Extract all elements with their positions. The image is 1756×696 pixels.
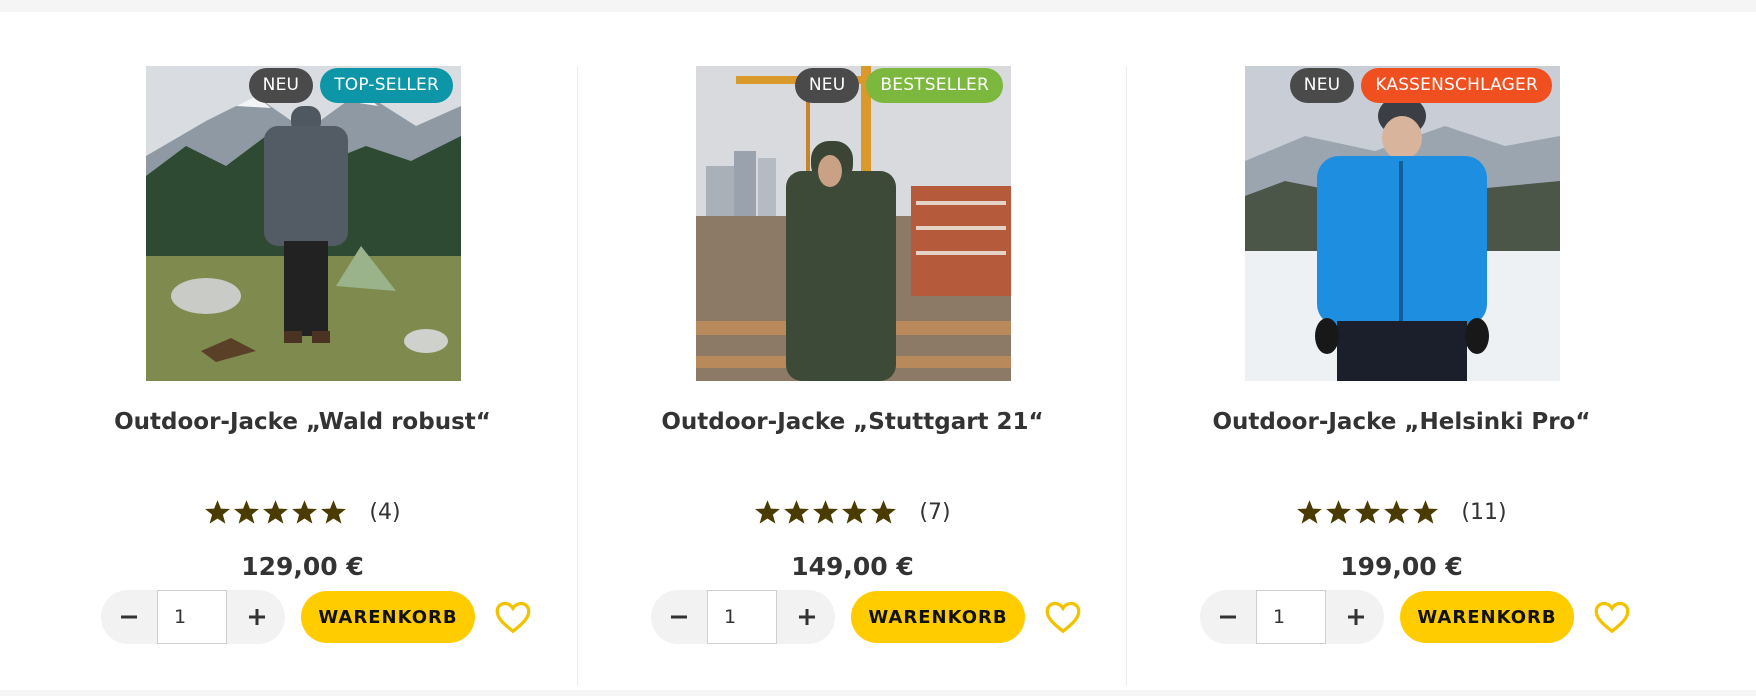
plus-icon (249, 609, 265, 625)
wishlist-button[interactable] (493, 597, 533, 637)
star-icon (263, 500, 289, 524)
star-rating (204, 498, 347, 526)
product-card: NEU KASSENSCHLAGER Outdoor-Jacke „Helsin… (1126, 66, 1675, 686)
badge-top-seller: TOP-SELLER (320, 68, 453, 103)
minus-icon (121, 615, 137, 619)
minus-icon (671, 615, 687, 619)
rating: (11) (1127, 498, 1676, 526)
quantity-stepper (101, 590, 285, 644)
buy-row: WARENKORB (651, 590, 1083, 644)
badge-group: NEU KASSENSCHLAGER (1289, 68, 1552, 103)
heart-outline-icon (1594, 601, 1630, 634)
star-rating (754, 498, 897, 526)
heart-outline-icon (1045, 601, 1081, 634)
quantity-decrease-button[interactable] (1200, 590, 1256, 644)
star-icon (234, 500, 260, 524)
product-card: NEU TOP-SELLER Outdoor-Jacke „Wald robus… (28, 66, 577, 686)
rating: (4) (28, 498, 577, 526)
star-icon (842, 500, 868, 524)
product-grid: NEU TOP-SELLER Outdoor-Jacke „Wald robus… (28, 66, 1676, 686)
star-rating (1296, 498, 1439, 526)
rating: (7) (578, 498, 1127, 526)
review-count[interactable]: (7) (919, 500, 950, 525)
product-image[interactable]: NEU TOP-SELLER (146, 66, 461, 381)
badge-new: NEU (1289, 68, 1355, 103)
product-title[interactable]: Outdoor-Jacke „Stuttgart 21“ (578, 409, 1127, 435)
wishlist-button[interactable] (1043, 597, 1083, 637)
plus-icon (799, 609, 815, 625)
quantity-input[interactable] (1256, 590, 1326, 644)
quantity-decrease-button[interactable] (101, 590, 157, 644)
star-icon (871, 500, 897, 524)
top-strip (0, 0, 1756, 12)
star-icon (813, 500, 839, 524)
quantity-input[interactable] (157, 590, 227, 644)
review-count[interactable]: (4) (369, 500, 400, 525)
quantity-decrease-button[interactable] (651, 590, 707, 644)
star-icon (1384, 500, 1410, 524)
product-price: 199,00 € (1340, 552, 1463, 581)
star-icon (292, 500, 318, 524)
buy-row: WARENKORB (1200, 590, 1632, 644)
buy-row: WARENKORB (101, 590, 533, 644)
add-to-cart-button[interactable]: WARENKORB (851, 591, 1025, 643)
badge-bestseller: BESTSELLER (866, 68, 1003, 103)
product-title[interactable]: Outdoor-Jacke „Helsinki Pro“ (1127, 409, 1676, 435)
quantity-increase-button[interactable] (779, 590, 835, 644)
star-icon (784, 500, 810, 524)
star-icon (1413, 500, 1439, 524)
badge-kassenschlager: KASSENSCHLAGER (1361, 68, 1552, 103)
add-to-cart-button[interactable]: WARENKORB (301, 591, 475, 643)
product-image[interactable]: NEU BESTSELLER (696, 66, 1011, 381)
quantity-stepper (1200, 590, 1384, 644)
review-count[interactable]: (11) (1461, 500, 1506, 525)
quantity-input[interactable] (707, 590, 777, 644)
quantity-increase-button[interactable] (1328, 590, 1384, 644)
product-card: NEU BESTSELLER Outdoor-Jacke „Stuttgart … (577, 66, 1126, 686)
bottom-strip (0, 690, 1756, 696)
star-icon (1326, 500, 1352, 524)
plus-icon (1348, 609, 1364, 625)
product-image[interactable]: NEU KASSENSCHLAGER (1245, 66, 1560, 381)
star-icon (1297, 500, 1323, 524)
add-to-cart-button[interactable]: WARENKORB (1400, 591, 1574, 643)
star-icon (205, 500, 231, 524)
quantity-increase-button[interactable] (229, 590, 285, 644)
star-icon (755, 500, 781, 524)
product-price: 129,00 € (241, 552, 364, 581)
badge-new: NEU (248, 68, 314, 103)
star-icon (321, 500, 347, 524)
star-icon (1355, 500, 1381, 524)
heart-outline-icon (495, 601, 531, 634)
badge-group: NEU TOP-SELLER (248, 68, 453, 103)
wishlist-button[interactable] (1592, 597, 1632, 637)
quantity-stepper (651, 590, 835, 644)
minus-icon (1220, 615, 1236, 619)
badge-group: NEU BESTSELLER (794, 68, 1003, 103)
product-title[interactable]: Outdoor-Jacke „Wald robust“ (28, 409, 577, 435)
badge-new: NEU (794, 68, 860, 103)
product-price: 149,00 € (791, 552, 914, 581)
